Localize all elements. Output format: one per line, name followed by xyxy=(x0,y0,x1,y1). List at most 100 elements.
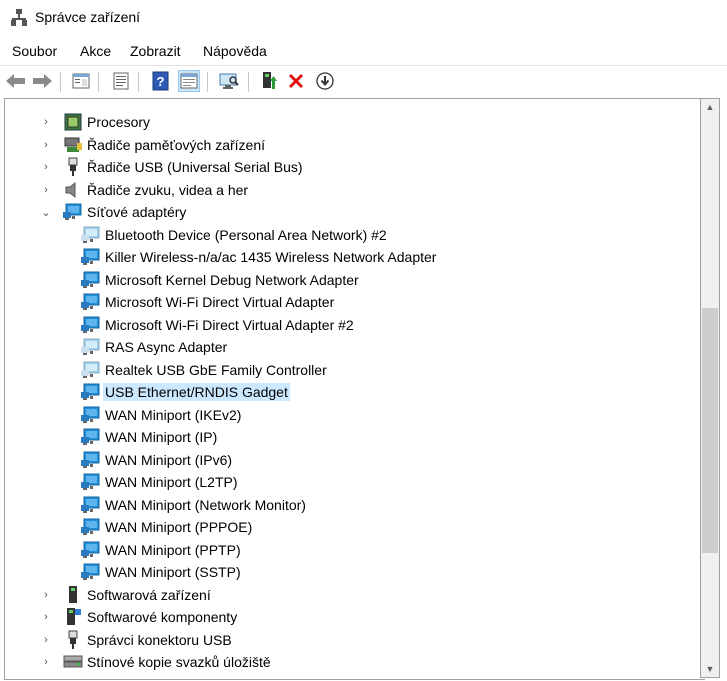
network-icon xyxy=(63,202,83,222)
tree-category[interactable]: › Řadiče USB (Universal Serial Bus) xyxy=(39,156,303,178)
toolbar-separator xyxy=(138,72,139,92)
device-list-button[interactable] xyxy=(110,70,132,92)
tree-device-item[interactable]: Microsoft Wi-Fi Direct Virtual Adapter #… xyxy=(81,314,354,336)
tree-device-item[interactable]: Microsoft Kernel Debug Network Adapter xyxy=(81,269,359,291)
tree-device-item[interactable]: RAS Async Adapter xyxy=(81,336,227,358)
tree-item-label: Killer Wireless-n/a/ac 1435 Wireless Net… xyxy=(105,249,437,265)
usb-icon xyxy=(63,157,83,177)
tree-category[interactable]: ⌄ Síťové adaptéry xyxy=(39,201,186,223)
properties-view-icon xyxy=(72,73,90,89)
software-component-icon xyxy=(63,607,83,627)
tree-item-label: WAN Miniport (IP) xyxy=(105,429,218,445)
adapter-icon xyxy=(81,337,101,357)
adapter-icon xyxy=(81,225,101,245)
toolbar-separator xyxy=(207,72,208,92)
tree-item-label: WAN Miniport (IPv6) xyxy=(105,451,233,468)
vertical-scrollbar[interactable]: ▲ ▼ xyxy=(700,98,720,678)
tree-category[interactable]: › Softwarová zařízení xyxy=(39,584,211,606)
tree-device-item[interactable]: WAN Miniport (PPTP) xyxy=(81,539,241,561)
tree-category[interactable]: › Softwarové komponenty xyxy=(39,606,237,628)
chevron-right-icon[interactable]: › xyxy=(39,161,53,173)
adapter-icon xyxy=(81,382,101,402)
speaker-icon xyxy=(63,180,83,200)
tree-device-item[interactable]: Microsoft Wi-Fi Direct Virtual Adapter xyxy=(81,291,334,313)
tree-item-label: Řadiče zvuku, videa a her xyxy=(87,181,249,198)
show-hidden-button[interactable] xyxy=(178,70,200,92)
adapter-icon xyxy=(81,360,101,380)
uninstall-icon xyxy=(288,73,304,89)
tree-category[interactable]: › Procesory xyxy=(39,111,150,133)
tree-device-item[interactable]: WAN Miniport (L2TP) xyxy=(81,471,238,493)
device-manager-icon xyxy=(11,9,27,26)
toolbar-separator xyxy=(60,72,61,92)
volume-shadow-icon xyxy=(63,652,83,672)
chevron-down-icon[interactable]: ⌄ xyxy=(39,206,53,219)
adapter-icon xyxy=(81,517,101,537)
chevron-right-icon[interactable]: › xyxy=(39,184,53,196)
tree-item-label: RAS Async Adapter xyxy=(105,339,228,355)
adapter-icon xyxy=(81,540,101,560)
menu-zobrazit[interactable]: Zobrazit xyxy=(130,43,181,59)
disable-device-button[interactable] xyxy=(314,70,336,92)
forward-button[interactable] xyxy=(31,70,53,92)
tree-device-item[interactable]: WAN Miniport (IKEv2) xyxy=(81,404,241,426)
menu-akce[interactable]: Akce xyxy=(80,43,111,59)
tree-item-label: Procesory xyxy=(87,114,151,130)
tree-category[interactable]: › Řadiče zvuku, videa a her xyxy=(39,179,248,201)
tree-item-label: Microsoft Kernel Debug Network Adapter xyxy=(105,271,359,288)
chevron-right-icon[interactable]: › xyxy=(39,116,53,128)
tree-category[interactable]: › Správci konektoru USB xyxy=(39,629,232,651)
tree-device-item[interactable]: WAN Miniport (SSTP) xyxy=(81,561,241,583)
chevron-right-icon[interactable]: › xyxy=(39,611,53,623)
tree-device-item[interactable]: Killer Wireless-n/a/ac 1435 Wireless Net… xyxy=(81,246,436,268)
toolbar-separator xyxy=(98,72,99,92)
tree-item-label: Bluetooth Device (Personal Area Network)… xyxy=(105,226,387,243)
scan-hardware-button[interactable] xyxy=(218,70,240,92)
tree-item-label: Řadiče paměťových zařízení xyxy=(87,136,266,153)
tree-item-label: WAN Miniport (PPTP) xyxy=(105,541,241,558)
uninstall-button[interactable] xyxy=(285,70,307,92)
tree-device-item[interactable]: WAN Miniport (PPPOE) xyxy=(81,516,252,538)
adapter-icon xyxy=(81,292,101,312)
chevron-right-icon[interactable]: › xyxy=(39,589,53,601)
toolbar-separator xyxy=(248,72,249,92)
tree-device-item[interactable]: USB Ethernet/RNDIS Gadget xyxy=(81,381,290,403)
back-button[interactable] xyxy=(5,70,27,92)
usb-connector-icon xyxy=(63,630,83,650)
properties-view-button[interactable] xyxy=(70,70,92,92)
scrollbar-thumb[interactable] xyxy=(702,308,718,553)
svg-text:?: ? xyxy=(157,74,165,89)
tree-item-label: Softwarová zařízení xyxy=(87,586,211,603)
storage-controller-icon xyxy=(63,135,83,155)
tree-item-label: WAN Miniport (Network Monitor) xyxy=(105,496,306,513)
tree-item-label: Správci konektoru USB xyxy=(87,631,232,648)
tree-category[interactable]: › Stínové kopie svazků úložiště xyxy=(39,651,271,673)
help-icon: ? xyxy=(152,71,169,91)
chevron-right-icon[interactable]: › xyxy=(39,139,53,151)
help-button[interactable]: ? xyxy=(150,70,172,92)
title-bar: Správce zařízení xyxy=(0,0,727,36)
menu-soubor[interactable]: Soubor xyxy=(12,43,57,59)
update-driver-button[interactable] xyxy=(258,70,280,92)
tree-device-item[interactable]: WAN Miniport (Network Monitor) xyxy=(81,494,306,516)
tree-item-label: Stínové kopie svazků úložiště xyxy=(87,654,271,670)
menu-napoveda[interactable]: Nápověda xyxy=(203,43,267,59)
tree-item-label: Realtek USB GbE Family Controller xyxy=(105,361,327,378)
scroll-up-arrow-icon[interactable]: ▲ xyxy=(701,99,719,115)
adapter-icon xyxy=(81,315,101,335)
tree-item-label: WAN Miniport (PPPOE) xyxy=(105,519,253,535)
disable-device-icon xyxy=(316,72,334,90)
tree-device-item[interactable]: WAN Miniport (IP) xyxy=(81,426,217,448)
cpu-icon xyxy=(63,112,83,132)
tree-device-item[interactable]: Bluetooth Device (Personal Area Network)… xyxy=(81,224,387,246)
scroll-down-arrow-icon[interactable]: ▼ xyxy=(701,661,719,677)
adapter-icon xyxy=(81,405,101,425)
tree-category[interactable]: › Řadiče paměťových zařízení xyxy=(39,134,265,156)
adapter-icon xyxy=(81,472,101,492)
device-tree[interactable]: › Procesory › Řadiče paměťových zařízení › Řa… xyxy=(4,98,705,680)
tree-item-label: WAN Miniport (L2TP) xyxy=(105,474,238,490)
chevron-right-icon[interactable]: › xyxy=(39,634,53,646)
tree-device-item[interactable]: Realtek USB GbE Family Controller xyxy=(81,359,327,381)
tree-device-item[interactable]: WAN Miniport (IPv6) xyxy=(81,449,232,471)
chevron-right-icon[interactable]: › xyxy=(39,656,53,668)
